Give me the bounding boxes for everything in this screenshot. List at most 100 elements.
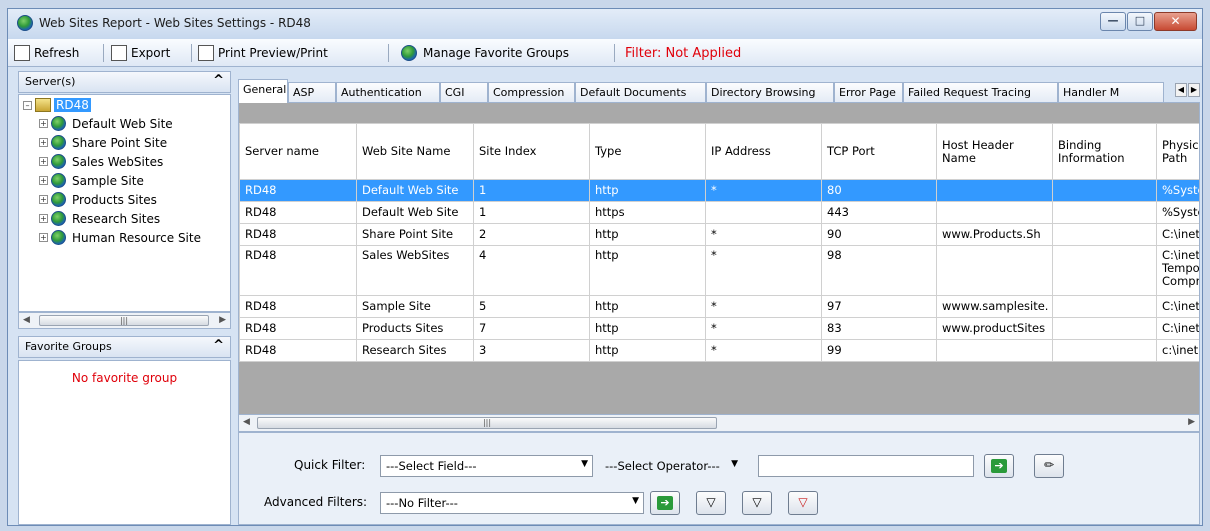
- delete-filter-button[interactable]: ▽: [788, 491, 818, 515]
- table-cell: *: [705, 245, 822, 296]
- scroll-right-icon[interactable]: ▶: [219, 315, 226, 325]
- table-cell: C:\inetp: [1156, 295, 1199, 318]
- minimize-button[interactable]: —: [1100, 12, 1126, 31]
- table-cell: Research Sites: [356, 339, 474, 362]
- table-row[interactable]: RD48Default Web Site1https 443 %Syste: [239, 201, 1199, 224]
- expand-icon[interactable]: +: [39, 119, 48, 128]
- table-cell: RD48: [239, 201, 357, 224]
- expand-icon[interactable]: +: [39, 138, 48, 147]
- tab-scroll-right-icon[interactable]: ▶: [1188, 83, 1200, 97]
- expand-icon[interactable]: +: [39, 214, 48, 223]
- tree-horizontal-scrollbar[interactable]: ◀ ||| ▶: [18, 312, 231, 329]
- tab-asp[interactable]: ASP: [288, 82, 336, 102]
- table-cell: RD48: [239, 223, 357, 246]
- table-cell: [1052, 223, 1157, 246]
- tab-default-documents[interactable]: Default Documents: [575, 82, 706, 102]
- tree-node-site[interactable]: + Human Resource Site: [39, 230, 201, 245]
- expand-icon[interactable]: +: [39, 195, 48, 204]
- apply-quick-filter-button[interactable]: ➔: [984, 454, 1014, 478]
- collapse-icon[interactable]: –: [23, 100, 32, 110]
- tab-authentication[interactable]: Authentication: [336, 82, 440, 102]
- export-icon: [111, 45, 127, 61]
- table-row[interactable]: RD48Research Sites3http*99 c:\inetp: [239, 339, 1199, 362]
- table-row[interactable]: RD48 Share Point Site 2 http * 90 www.Products…: [239, 223, 1199, 246]
- edit-filter-button[interactable]: ▽: [742, 491, 772, 515]
- scrollbar-thumb[interactable]: |||: [257, 417, 717, 429]
- column-header[interactable]: Site Index: [473, 123, 590, 180]
- tree-node-site[interactable]: + Products Sites: [39, 192, 157, 207]
- tab-failed-request-tracing[interactable]: Failed Request Tracing: [903, 82, 1058, 102]
- export-label: Export: [131, 46, 171, 60]
- refresh-icon: [14, 45, 30, 61]
- scroll-right-icon[interactable]: ▶: [1188, 417, 1195, 427]
- print-preview-button[interactable]: Print Preview/Print: [198, 44, 328, 62]
- column-header[interactable]: Host Header Name: [936, 123, 1053, 180]
- scrollbar-thumb[interactable]: |||: [39, 315, 209, 326]
- table-cell: 83: [821, 317, 937, 340]
- window-controls: — □ ✕: [1099, 12, 1197, 31]
- apply-advanced-filter-button[interactable]: ➔: [650, 491, 680, 515]
- collapse-icon: ^: [213, 73, 224, 88]
- tab-directory-browsing[interactable]: Directory Browsing: [706, 82, 834, 102]
- dropdown-arrow-icon: ▼: [731, 459, 738, 469]
- scroll-left-icon[interactable]: ◀: [243, 417, 250, 427]
- column-header[interactable]: TCP Port: [821, 123, 937, 180]
- scroll-left-icon[interactable]: ◀: [23, 315, 30, 325]
- table-cell: 5: [473, 295, 590, 318]
- table-cell: 4: [473, 245, 590, 296]
- tab-handler-mappings[interactable]: Handler M: [1058, 82, 1164, 102]
- clear-filter-button[interactable]: ✏: [1034, 454, 1064, 478]
- tree-node-site[interactable]: + Sample Site: [39, 173, 144, 188]
- table-cell: 80: [821, 179, 937, 202]
- tree-node-site[interactable]: + Default Web Site: [39, 116, 173, 131]
- column-header[interactable]: Server name: [239, 123, 357, 180]
- table-cell: Default Web Site: [356, 179, 474, 202]
- column-header[interactable]: Physic Path: [1156, 123, 1199, 180]
- table-cell: *: [705, 223, 822, 246]
- close-button[interactable]: ✕: [1154, 12, 1197, 31]
- table-cell: *: [705, 339, 822, 362]
- tree-node-site[interactable]: + Research Sites: [39, 211, 160, 226]
- export-button[interactable]: Export: [111, 44, 170, 62]
- advanced-filter-select[interactable]: ---No Filter--- ▼: [380, 492, 644, 514]
- grid-horizontal-scrollbar[interactable]: ◀ ||| ▶: [238, 414, 1200, 432]
- tab-scroll-left-icon[interactable]: ◀: [1175, 83, 1187, 97]
- table-cell: 99: [821, 339, 937, 362]
- globe-icon: [51, 211, 66, 226]
- column-header[interactable]: Binding Information: [1052, 123, 1157, 180]
- quick-filter-operator-select[interactable]: ---Select Operator--- ▼: [599, 455, 749, 477]
- tree-node-site[interactable]: + Share Point Site: [39, 135, 167, 150]
- manage-favorite-groups-button[interactable]: Manage Favorite Groups: [401, 44, 569, 62]
- tab-general[interactable]: General: [238, 79, 288, 103]
- table-row[interactable]: RD48 Sample Site 5 http * 97 wwww.samplesite. C…: [239, 295, 1199, 318]
- site-label: Human Resource Site: [72, 230, 201, 245]
- quick-filter-field-select[interactable]: ---Select Field--- ▼: [380, 455, 593, 477]
- manage-favorite-groups-label: Manage Favorite Groups: [423, 46, 570, 60]
- column-header[interactable]: Web Site Name: [356, 123, 474, 180]
- column-header[interactable]: Type: [589, 123, 706, 180]
- tab-cgi[interactable]: CGI: [440, 82, 488, 102]
- quick-filter-value-input[interactable]: [758, 455, 974, 477]
- column-header[interactable]: IP Address: [705, 123, 822, 180]
- globe-icon: [51, 154, 66, 169]
- tree-node-site[interactable]: + Sales WebSites: [39, 154, 163, 169]
- globe-icon: [51, 116, 66, 131]
- refresh-button[interactable]: Refresh: [14, 44, 79, 62]
- table-row[interactable]: RD48Sales WebSites4http*98 C:\inetp Tempo…: [239, 245, 1199, 296]
- expand-icon[interactable]: +: [39, 157, 48, 166]
- favorite-groups-header[interactable]: Favorite Groups ^: [18, 336, 231, 358]
- table-row[interactable]: RD48Default Web Site1http*80 %Syste: [239, 179, 1199, 202]
- servers-panel-header[interactable]: Server(s) ^: [18, 71, 231, 93]
- table-row[interactable]: RD48 Products Sites 7 http * 83 www.productSit…: [239, 317, 1199, 340]
- filter-status: Filter: Not Applied: [625, 45, 742, 61]
- maximize-button[interactable]: □: [1127, 12, 1153, 31]
- expand-icon[interactable]: +: [39, 233, 48, 242]
- table-cell: C:\inetp: [1156, 317, 1199, 340]
- new-filter-button[interactable]: ▽: [696, 491, 726, 515]
- table-cell: 7: [473, 317, 590, 340]
- toolbar-divider: [103, 44, 104, 62]
- tab-error-page[interactable]: Error Page: [834, 82, 903, 102]
- tree-node-server[interactable]: – RD48: [23, 98, 91, 112]
- tab-compression[interactable]: Compression: [488, 82, 575, 102]
- expand-icon[interactable]: +: [39, 176, 48, 185]
